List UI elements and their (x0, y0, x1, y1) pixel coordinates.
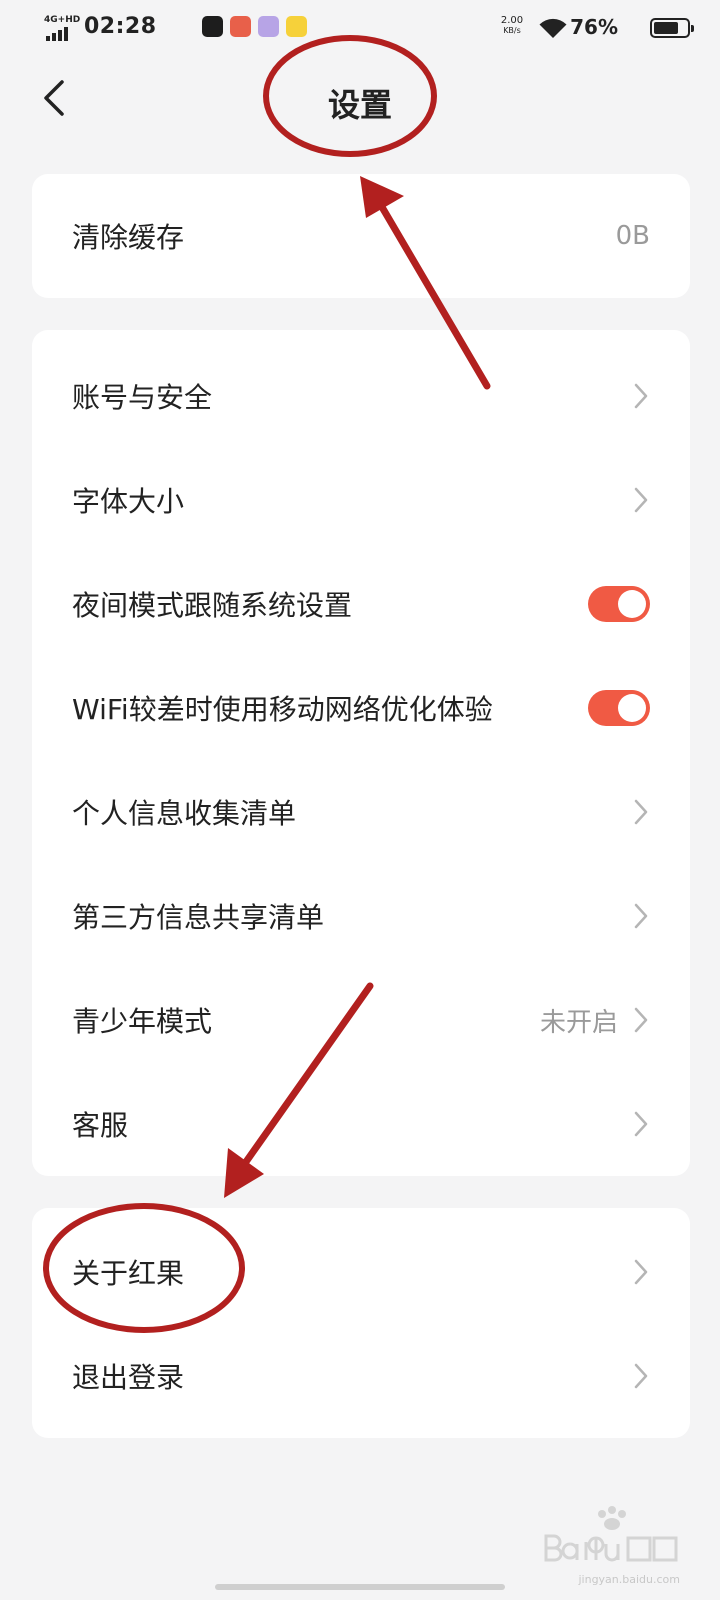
row-label: WiFi较差时使用移动网络优化体验 (72, 693, 493, 726)
battery-icon (650, 18, 694, 38)
home-indicator[interactable] (215, 1584, 505, 1590)
app-icon-notification (230, 16, 251, 37)
signal-icon (46, 27, 68, 41)
about-app-row[interactable]: 关于红果 (32, 1220, 690, 1324)
cache-card: 清除缓存 0B (32, 174, 690, 298)
watermark-text: jingyan.baidu.com (578, 1573, 680, 1586)
clear-cache-row[interactable]: 清除缓存 0B (32, 174, 690, 298)
app-icon-notification (286, 16, 307, 37)
third-party-share-row[interactable]: 第三方信息共享清单 (32, 864, 690, 968)
row-label: 夜间模式跟随系统设置 (72, 589, 353, 622)
status-time: 02:28 (84, 14, 157, 39)
net-speed-value: 2.00 (500, 15, 524, 26)
row-label: 关于红果 (72, 1257, 185, 1290)
row-label: 第三方信息共享清单 (72, 901, 325, 934)
wifi-optimize-toggle[interactable] (588, 690, 650, 726)
chevron-right-icon (632, 382, 650, 410)
row-label: 字体大小 (72, 485, 185, 518)
night-mode-toggle[interactable] (588, 586, 650, 622)
wifi-optimize-row: WiFi较差时使用移动网络优化体验 (32, 656, 690, 760)
settings-card: 账号与安全 字体大小 夜间模式跟随系统设置 WiFi较差时使用移动网络优化体验 … (32, 330, 690, 1176)
battery-fill (654, 22, 679, 34)
account-security-row[interactable]: 账号与安全 (32, 344, 690, 448)
font-size-row[interactable]: 字体大小 (32, 448, 690, 552)
chevron-right-icon (632, 1362, 650, 1390)
chevron-right-icon (632, 1258, 650, 1286)
row-label: 青少年模式 (72, 1005, 213, 1038)
battery-percent: 76% (570, 15, 618, 39)
baidu-watermark-logo (544, 1506, 678, 1562)
night-mode-row: 夜间模式跟随系统设置 (32, 552, 690, 656)
chevron-right-icon (632, 486, 650, 514)
teen-mode-status: 未开启 (539, 1007, 618, 1038)
personal-info-list-row[interactable]: 个人信息收集清单 (32, 760, 690, 864)
row-label: 个人信息收集清单 (72, 797, 297, 830)
teen-mode-row[interactable]: 青少年模式 未开启 (32, 968, 690, 1072)
cache-size-value: 0B (615, 221, 650, 251)
row-label: 账号与安全 (72, 381, 213, 414)
logout-row[interactable]: 退出登录 (32, 1324, 690, 1428)
page-title: 设置 (327, 86, 392, 124)
about-card: 关于红果 退出登录 (32, 1208, 690, 1438)
customer-service-row[interactable]: 客服 (32, 1072, 690, 1176)
status-bar: 4G+HD 02:28 2.00 KB/s 76% (0, 0, 720, 56)
app-icon-notification (202, 16, 223, 37)
wifi-icon (539, 18, 567, 38)
chevron-right-icon (632, 902, 650, 930)
net-speed-unit: KB/s (503, 26, 521, 35)
settings-screen: 4G+HD 02:28 2.00 KB/s 76% 设置 清除缓存 0B 账号与… (0, 0, 720, 1600)
network-type: 4G+HD (44, 15, 81, 25)
row-label: 客服 (72, 1109, 129, 1142)
net-speed: 2.00 KB/s (494, 16, 530, 36)
row-label: 清除缓存 (72, 221, 185, 254)
notification-icons (202, 16, 307, 37)
chevron-right-icon (632, 798, 650, 826)
row-label: 退出登录 (72, 1361, 185, 1394)
chevron-right-icon (632, 1110, 650, 1138)
app-icon-notification (258, 16, 279, 37)
chevron-right-icon (632, 1006, 650, 1034)
